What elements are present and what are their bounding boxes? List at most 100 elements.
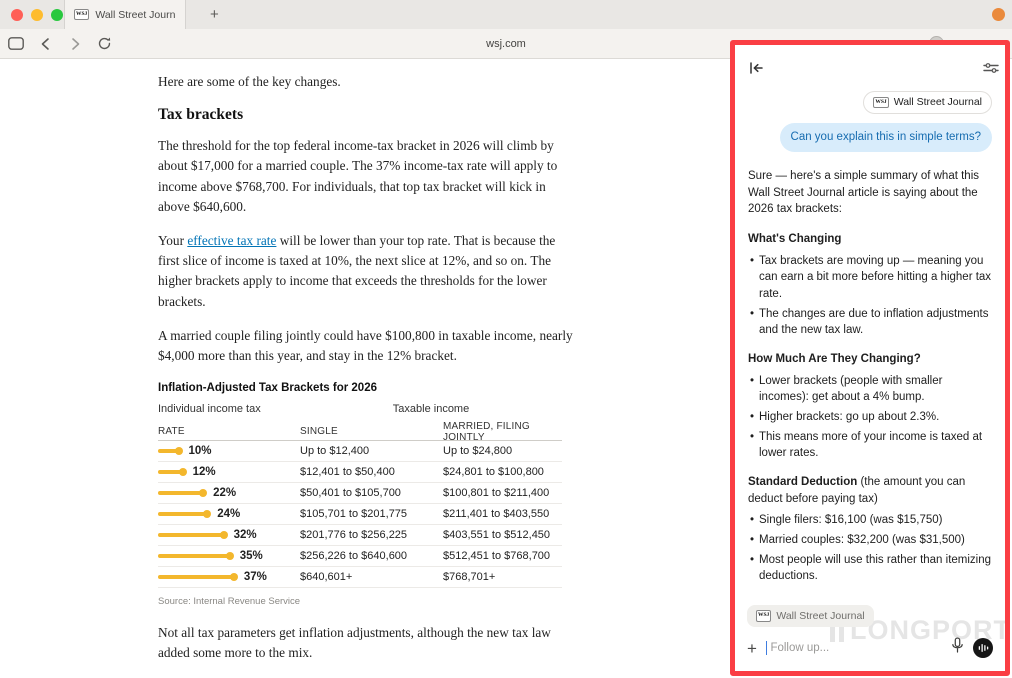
- column-header: RATE: [158, 426, 300, 437]
- rate-label: 24%: [217, 508, 240, 520]
- table-row: 12% $12,401 to $50,400 $24,801 to $100,8…: [158, 462, 562, 483]
- chart-group-header: Individual income tax: [158, 403, 300, 415]
- rate-bar: [158, 449, 179, 453]
- input-placeholder: Follow up...: [770, 642, 829, 654]
- context-chip[interactable]: WSJ Wall Street Journal: [747, 605, 874, 627]
- list-item: The changes are due to inflation adjustm…: [748, 306, 992, 339]
- married-range: Up to $24,800: [443, 445, 562, 457]
- tab-title: Wall Street Journal: [95, 9, 176, 21]
- chart-title: Inflation-Adjusted Tax Brackets for 2026: [158, 382, 562, 394]
- table-row: 35% $256,226 to $640,600 $512,451 to $76…: [158, 546, 562, 567]
- user-message: Can you explain this in simple terms?: [780, 123, 992, 152]
- assistant-panel-header: [735, 45, 1005, 85]
- table-row: 24% $105,701 to $201,775 $211,401 to $40…: [158, 504, 562, 525]
- text-caret: [766, 641, 768, 655]
- browser-tab-bar: WSJ Wall Street Journal +: [0, 0, 1012, 29]
- zoom-window-button[interactable]: [51, 9, 63, 21]
- wsj-logo-icon: WSJ: [756, 610, 771, 622]
- reply-section: What's Changing Tax brackets are moving …: [748, 231, 992, 339]
- wsj-favicon: WSJ: [74, 9, 89, 21]
- married-range: $100,801 to $211,400: [443, 487, 562, 499]
- browser-tab[interactable]: WSJ Wall Street Journal: [64, 0, 186, 29]
- single-range: $12,401 to $50,400: [300, 466, 443, 478]
- assistant-message: Sure — here's a simple summary of what t…: [748, 168, 992, 601]
- panel-options-icon[interactable]: [983, 61, 999, 79]
- chart-header-row: RATE SINGLE MARRIED, FILING JOINTLY: [158, 423, 562, 441]
- married-range: $403,551 to $512,450: [443, 529, 562, 541]
- table-row: 37% $640,601+ $768,701+: [158, 567, 562, 588]
- rate-bar: [158, 533, 224, 537]
- close-window-button[interactable]: [11, 9, 23, 21]
- list-item: Married couples: $32,200 (was $31,500): [748, 532, 992, 549]
- collapse-panel-icon[interactable]: [749, 61, 764, 79]
- single-range: $50,401 to $105,700: [300, 487, 443, 499]
- attach-icon[interactable]: +: [747, 640, 757, 657]
- list-item: Lower brackets (people with smaller inco…: [748, 373, 992, 406]
- rate-bar: [158, 491, 203, 495]
- paragraph-text: Your: [158, 233, 187, 248]
- forward-icon[interactable]: [68, 37, 82, 51]
- table-row: 10% Up to $12,400 Up to $24,800: [158, 441, 562, 462]
- section-title: What's Changing: [748, 233, 841, 245]
- column-header: MARRIED, FILING JOINTLY: [443, 421, 562, 443]
- married-range: $24,801 to $100,800: [443, 466, 562, 478]
- rate-bar: [158, 512, 207, 516]
- list-item: Tax brackets are moving up — meaning you…: [748, 253, 992, 303]
- rate-label: 32%: [234, 529, 257, 541]
- table-row: 32% $201,776 to $256,225 $403,551 to $51…: [158, 525, 562, 546]
- article-body: Here are some of the key changes. Tax br…: [158, 72, 578, 678]
- article-paragraph: Not all tax parameters get inflation adj…: [158, 623, 578, 663]
- context-chip-label: Wall Street Journal: [776, 610, 864, 622]
- tax-brackets-chart: Inflation-Adjusted Tax Brackets for 2026…: [158, 382, 562, 607]
- article-paragraph: Your effective tax rate will be lower th…: [158, 231, 578, 312]
- microphone-icon[interactable]: [951, 637, 964, 659]
- sidebar-toggle-icon[interactable]: [8, 37, 24, 50]
- wsj-logo-icon: WSJ: [873, 97, 888, 109]
- rate-label: 10%: [189, 445, 212, 457]
- chat-composer: LONGPORT WSJ Wall Street Journal + Follo…: [735, 601, 1005, 671]
- minimize-window-button[interactable]: [31, 9, 43, 21]
- rate-label: 22%: [213, 487, 236, 499]
- effective-tax-rate-link[interactable]: effective tax rate: [187, 233, 276, 248]
- section-title: Standard Deduction: [748, 476, 857, 488]
- reload-icon[interactable]: [97, 36, 112, 51]
- single-range: $640,601+: [300, 571, 443, 583]
- table-row: 22% $50,401 to $105,700 $100,801 to $211…: [158, 483, 562, 504]
- single-range: Up to $12,400: [300, 445, 443, 457]
- scroll-fade: [735, 579, 1005, 601]
- married-range: $211,401 to $403,550: [443, 508, 562, 520]
- reply-section: How Much Are They Changing? Lower bracke…: [748, 351, 992, 462]
- source-context-chip[interactable]: WSJ Wall Street Journal: [863, 91, 992, 114]
- column-header: SINGLE: [300, 426, 443, 437]
- article-paragraph: Here are some of the key changes.: [158, 72, 578, 92]
- single-range: $256,226 to $640,600: [300, 550, 443, 562]
- window-controls: [0, 9, 63, 21]
- list-item: This means more of your income is taxed …: [748, 429, 992, 462]
- section-title: How Much Are They Changing?: [748, 353, 921, 365]
- chart-group-header: Taxable income: [300, 403, 562, 415]
- chat-messages: WSJ Wall Street Journal Can you explain …: [735, 85, 1005, 601]
- assistant-panel: WSJ Wall Street Journal Can you explain …: [730, 40, 1010, 676]
- married-range: $768,701+: [443, 571, 562, 583]
- reply-section: Standard Deduction (the amount you can d…: [748, 474, 992, 585]
- single-range: $105,701 to $201,775: [300, 508, 443, 520]
- back-icon[interactable]: [39, 37, 53, 51]
- list-item: Single filers: $16,100 (was $15,750): [748, 512, 992, 529]
- reply-intro: Sure — here's a simple summary of what t…: [748, 168, 992, 218]
- rate-label: 35%: [240, 550, 263, 562]
- article-heading-tax-brackets: Tax brackets: [158, 106, 578, 124]
- chat-input[interactable]: Follow up...: [766, 641, 942, 655]
- married-range: $512,451 to $768,700: [443, 550, 562, 562]
- single-range: $201,776 to $256,225: [300, 529, 443, 541]
- chart-source: Source: Internal Revenue Service: [158, 596, 562, 607]
- article-paragraph: A married couple filing jointly could ha…: [158, 326, 578, 366]
- rate-label: 12%: [193, 466, 216, 478]
- rate-bar: [158, 575, 234, 579]
- voice-mode-button[interactable]: [973, 638, 993, 658]
- new-tab-button[interactable]: +: [210, 6, 219, 23]
- list-item: Higher brackets: go up about 2.3%.: [748, 409, 992, 426]
- rate-bar: [158, 554, 230, 558]
- source-chip-label: Wall Street Journal: [894, 95, 982, 110]
- profile-icon[interactable]: [992, 8, 1005, 21]
- rate-bar: [158, 470, 183, 474]
